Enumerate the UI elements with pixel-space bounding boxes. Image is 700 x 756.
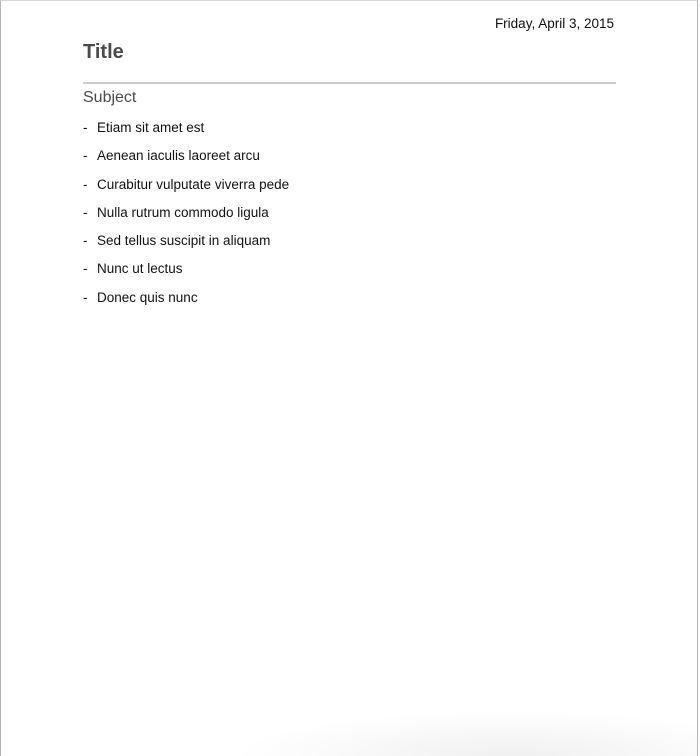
bullet-dash: -: [83, 261, 88, 277]
list-item-text: Sed tellus suscipit in aliquam: [97, 233, 271, 249]
document-page: Friday, April 3, 2015 Title Subject - Et…: [0, 0, 698, 756]
list-item-text: Donec quis nunc: [97, 289, 198, 305]
document-date: Friday, April 3, 2015: [494, 16, 614, 31]
title-divider: [83, 82, 616, 84]
list-item-text: Etiam sit amet est: [97, 120, 205, 135]
bullet-dash: -: [83, 204, 88, 220]
bullet-dash: -: [83, 289, 88, 305]
bullet-dash: -: [83, 233, 88, 249]
document-title: Title: [83, 41, 124, 63]
bullet-dash: -: [83, 148, 88, 164]
list-item-text: Curabitur vulputate viverra pede: [97, 176, 290, 192]
list-item-text: Aenean iaculis laoreet arcu: [97, 148, 260, 164]
list-item-text: Nunc ut lectus: [97, 261, 183, 277]
document-subject: Subject: [83, 89, 137, 106]
page-curl-shadow: [231, 710, 697, 756]
bullet-dash: -: [83, 176, 88, 192]
list-item-text: Nulla rutrum commodo ligula: [97, 204, 269, 220]
bullet-dash: -: [83, 120, 88, 135]
